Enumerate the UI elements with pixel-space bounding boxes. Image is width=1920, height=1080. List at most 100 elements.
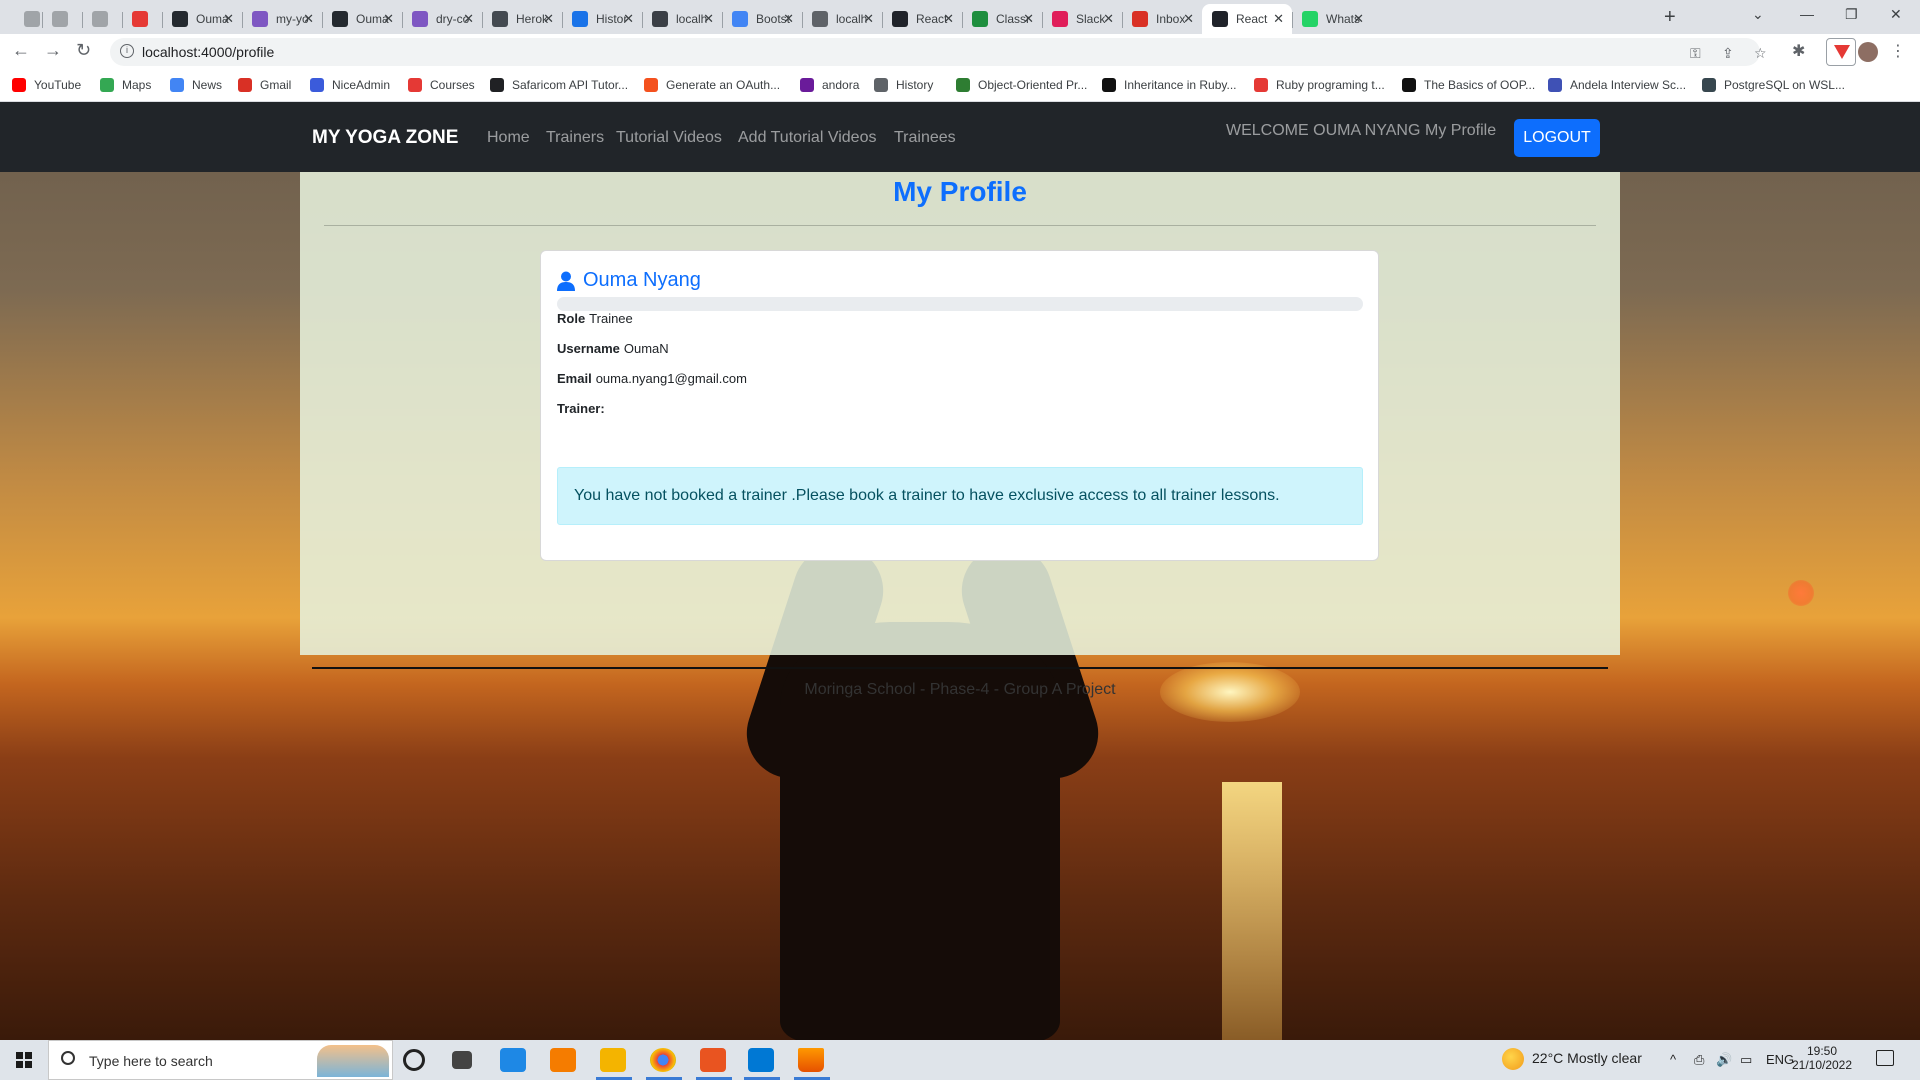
bookmark-item[interactable]: Ruby programing t... (1254, 78, 1385, 92)
tab-close-icon[interactable]: ✕ (463, 11, 474, 27)
tab-close-icon[interactable]: ✕ (1353, 11, 1364, 27)
site-info-icon[interactable]: i (120, 44, 134, 58)
bookmark-item[interactable]: History (874, 78, 933, 92)
logout-button[interactable]: LOGOUT (1514, 119, 1600, 157)
tab-close-icon[interactable]: ✕ (223, 11, 234, 27)
browser-tab[interactable] (42, 4, 82, 34)
profile-avatar[interactable] (1858, 42, 1878, 62)
volume-icon[interactable]: 🔊 (1716, 1052, 1732, 1068)
tab-search-icon[interactable]: ⌄ (1752, 6, 1764, 23)
browser-tab[interactable]: localh ✕ (642, 4, 722, 34)
chrome-app-icon[interactable] (650, 1048, 676, 1072)
browser-tab[interactable]: Slack ✕ (1042, 4, 1122, 34)
tab-close-icon[interactable]: ✕ (703, 11, 714, 27)
nav-home[interactable]: Home (487, 129, 530, 147)
tray-expand-icon[interactable]: ^ (1670, 1052, 1676, 1067)
tab-close-icon[interactable]: ✕ (383, 11, 394, 27)
bookmark-label: Ruby programing t... (1276, 78, 1385, 92)
weather-text[interactable]: 22°C Mostly clear (1532, 1050, 1642, 1066)
nav-trainees[interactable]: Trainees (894, 129, 956, 147)
share-icon[interactable]: ⇪ (1722, 45, 1734, 62)
bookmark-item[interactable]: andora (800, 78, 859, 92)
browser-tab[interactable]: Ouma ✕ (162, 4, 242, 34)
notification-icon[interactable] (1876, 1050, 1894, 1066)
bookmark-item[interactable]: The Basics of OOP... (1402, 78, 1535, 92)
weather-icon[interactable] (1502, 1048, 1524, 1070)
taskbar-clock[interactable]: 19:50 21/10/2022 (1790, 1044, 1854, 1072)
vscode-app-icon[interactable] (748, 1048, 774, 1072)
bookmark-item[interactable]: YouTube (12, 78, 81, 92)
browser-tab[interactable]: Whats ✕ (1292, 4, 1372, 34)
new-tab-button[interactable]: + (1664, 6, 1676, 29)
bookmark-item[interactable]: Safaricom API Tutor... (490, 78, 628, 92)
tab-close-icon[interactable]: ✕ (623, 11, 634, 27)
browser-tab[interactable]: React ✕ (1202, 4, 1292, 34)
browser-tab[interactable]: Herok ✕ (482, 4, 562, 34)
tab-close-icon[interactable]: ✕ (1183, 11, 1194, 27)
task-view-icon[interactable] (452, 1051, 472, 1069)
extension-download-icon[interactable] (1826, 38, 1856, 66)
tab-close-icon[interactable]: ✕ (1103, 11, 1114, 27)
browser-tab[interactable]: Bootst ✕ (722, 4, 802, 34)
tab-close-icon[interactable]: ✕ (1273, 11, 1284, 27)
windows-start-icon[interactable] (16, 1052, 32, 1068)
browser-tab[interactable]: my-yo ✕ (242, 4, 322, 34)
nav-my-profile[interactable]: My Profile (1425, 122, 1496, 140)
bookmark-item[interactable]: Inheritance in Ruby... (1102, 78, 1237, 92)
brand-logo[interactable]: MY YOGA ZONE (312, 127, 458, 149)
reload-icon[interactable]: ↻ (76, 40, 91, 61)
browser-tab[interactable]: Classr ✕ (962, 4, 1042, 34)
browser-tab[interactable]: dry-co ✕ (402, 4, 482, 34)
tab-close-icon[interactable]: ✕ (1023, 11, 1034, 27)
close-window-button[interactable]: ✕ (1890, 6, 1902, 23)
bookmark-item[interactable]: News (170, 78, 222, 92)
browser-tab[interactable]: Inbox ✕ (1122, 4, 1202, 34)
bookmark-label: Maps (122, 78, 152, 92)
nav-trainers[interactable]: Trainers (546, 129, 604, 147)
key-icon[interactable]: ⚿ (1690, 45, 1701, 62)
browser-tab[interactable]: Histor ✕ (562, 4, 642, 34)
browser-tab[interactable]: React ✕ (882, 4, 962, 34)
menu-icon[interactable]: ⋮ (1890, 41, 1906, 61)
address-url[interactable]: localhost:4000/profile (142, 44, 274, 60)
browser-tab[interactable] (14, 4, 42, 34)
nav-tutorial-videos[interactable]: Tutorial Videos (616, 129, 722, 147)
xampp-app-icon[interactable] (550, 1048, 576, 1072)
tab-close-icon[interactable]: ✕ (943, 11, 954, 27)
back-icon[interactable]: ← (12, 40, 30, 61)
restore-button[interactable]: ❐ (1845, 6, 1858, 23)
bookmark-item[interactable]: Object-Oriented Pr... (956, 78, 1087, 92)
file-explorer-icon[interactable] (600, 1048, 626, 1072)
browser-tab[interactable] (122, 4, 162, 34)
bookmark-item[interactable]: Maps (100, 78, 151, 92)
bookmark-item[interactable]: Courses (408, 78, 475, 92)
bookmark-item[interactable]: NiceAdmin (310, 78, 390, 92)
bookmark-item[interactable]: Generate an OAuth... (644, 78, 780, 92)
tab-close-icon[interactable]: ✕ (863, 11, 874, 27)
minimize-button[interactable]: — (1800, 6, 1814, 22)
address-bar[interactable]: i localhost:4000/profile ⚿ ⇪ ☆ (110, 38, 1767, 66)
browser-tab[interactable]: Ouma ✕ (322, 4, 402, 34)
bookmark-star-icon[interactable]: ☆ (1754, 45, 1767, 62)
cortana-icon[interactable] (403, 1049, 425, 1071)
taskbar-search-box[interactable]: Type here to search (48, 1040, 393, 1080)
bookmark-item[interactable]: Gmail (238, 78, 291, 92)
ubuntu-app-icon[interactable] (700, 1048, 726, 1072)
network-icon[interactable]: ⎙ (1694, 1052, 1704, 1068)
forward-icon[interactable]: → (44, 40, 62, 61)
vlc-app-icon[interactable] (798, 1048, 824, 1072)
browser-tab[interactable] (82, 4, 122, 34)
nav-add-tutorial-videos[interactable]: Add Tutorial Videos (738, 129, 876, 147)
mail-app-icon[interactable] (500, 1048, 526, 1072)
tab-favicon-icon (172, 11, 188, 27)
tab-favicon-icon (812, 11, 828, 27)
bookmark-item[interactable]: PostgreSQL on WSL... (1702, 78, 1845, 92)
battery-icon[interactable]: ▭ (1740, 1052, 1752, 1068)
tab-close-icon[interactable]: ✕ (543, 11, 554, 27)
bookmark-item[interactable]: Andela Interview Sc... (1548, 78, 1686, 92)
extensions-icon[interactable]: ✱ (1792, 41, 1805, 61)
tab-close-icon[interactable]: ✕ (783, 11, 794, 27)
browser-tab[interactable]: localh ✕ (802, 4, 882, 34)
profile-name: Ouma Nyang (583, 269, 701, 291)
tab-close-icon[interactable]: ✕ (303, 11, 314, 27)
